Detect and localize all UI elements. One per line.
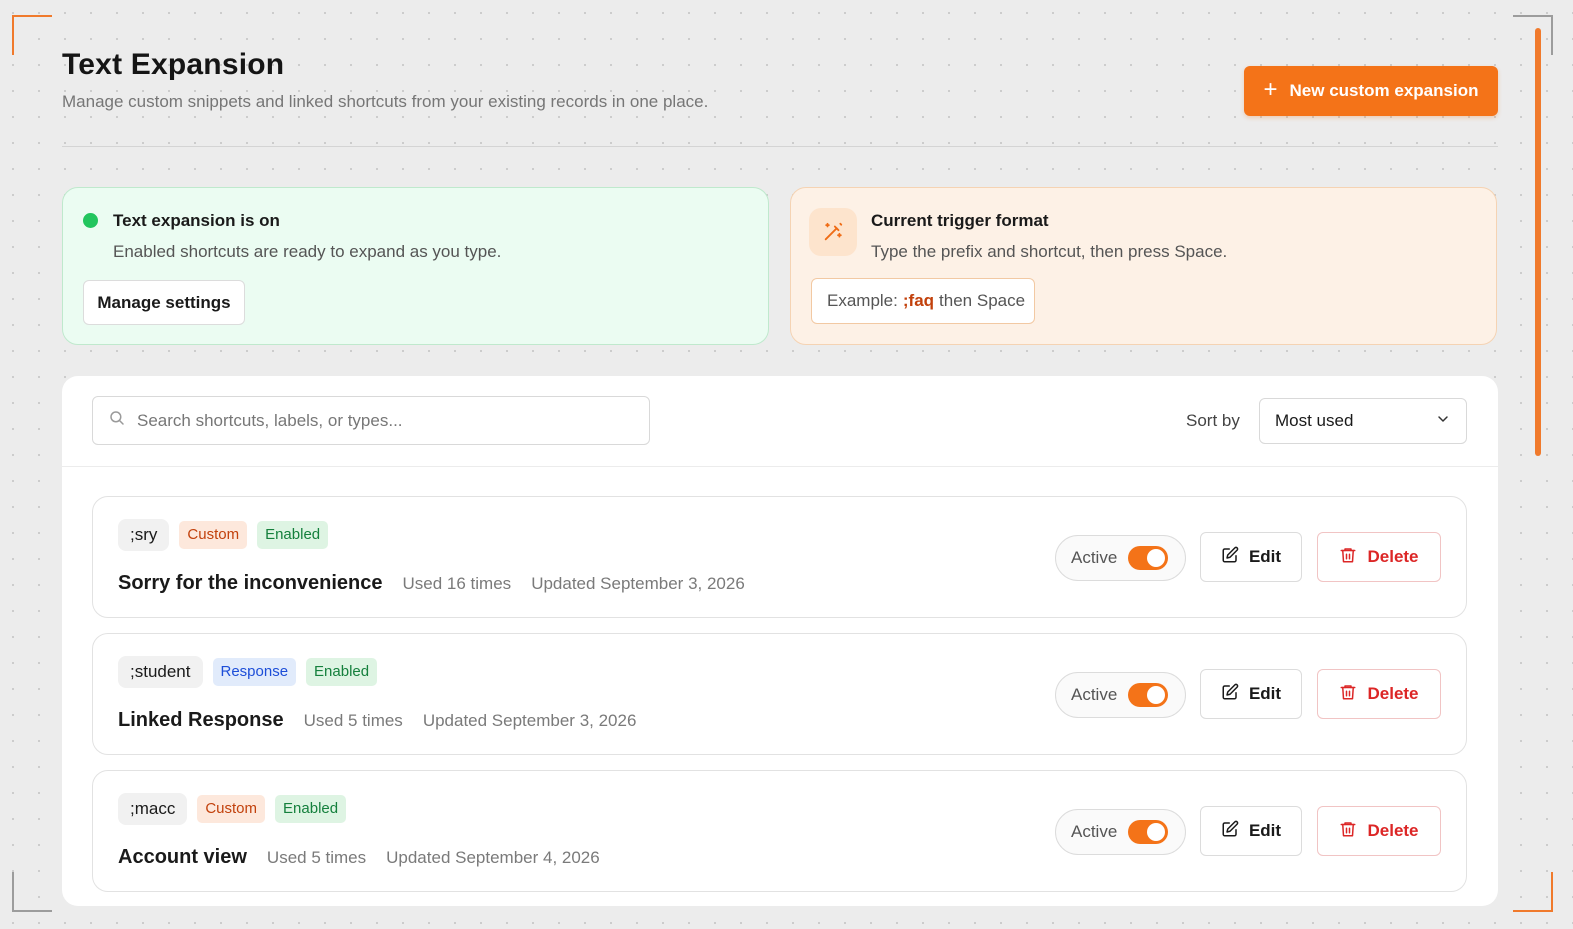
status-card-title: Text expansion is on	[113, 211, 280, 230]
updated-date: Updated September 3, 2026	[422, 711, 637, 730]
chevron-down-icon	[1435, 411, 1451, 432]
active-toggle[interactable]: Active	[1055, 535, 1186, 581]
expansion-row: ;student Response Enabled Linked Respons…	[92, 633, 1467, 755]
toggle-switch[interactable]	[1128, 820, 1169, 844]
updated-date: Updated September 4, 2026	[386, 848, 600, 867]
example-prefix: Example:	[827, 291, 898, 310]
trash-icon	[1339, 546, 1357, 569]
plus-icon: +	[1263, 75, 1278, 103]
row-badges: ;student Response Enabled	[118, 656, 378, 688]
type-badge: Response	[212, 658, 297, 686]
toggle-knob	[1147, 823, 1166, 841]
usage-count: Used 16 times	[402, 574, 512, 593]
shortcut-code: ;macc	[118, 793, 188, 825]
active-toggle[interactable]: Active	[1055, 809, 1186, 855]
row-badges: ;macc Custom Enabled	[118, 793, 347, 825]
new-custom-expansion-label: New custom expansion	[1289, 81, 1479, 100]
toolbar-divider	[62, 466, 1498, 467]
corner-accent-bottom-right	[1513, 872, 1553, 912]
shortcut-code: ;student	[118, 656, 203, 688]
search-input[interactable]: Search shortcuts, labels, or types...	[92, 396, 650, 445]
search-placeholder: Search shortcuts, labels, or types...	[137, 410, 403, 430]
new-custom-expansion-button[interactable]: + New custom expansion	[1244, 66, 1498, 116]
corner-accent-bottom-left	[12, 872, 52, 912]
row-meta: Account view Used 5 times Updated Septem…	[118, 846, 600, 869]
edit-button[interactable]: Edit	[1200, 532, 1302, 582]
usage-count: Used 5 times	[266, 848, 367, 867]
type-badge: Custom	[179, 521, 248, 549]
status-card: Text expansion is on Enabled shortcuts a…	[62, 187, 769, 345]
edit-label: Edit	[1248, 684, 1282, 703]
corner-accent-top-right	[1513, 15, 1553, 55]
expansion-row: ;macc Custom Enabled Account view Used 5…	[92, 770, 1467, 892]
edit-label: Edit	[1248, 821, 1282, 840]
edit-button[interactable]: Edit	[1200, 806, 1302, 856]
row-badges: ;sry Custom Enabled	[118, 519, 329, 551]
active-toggle-label: Active	[1071, 822, 1118, 841]
delete-label: Delete	[1367, 547, 1419, 566]
shortcut-code: ;sry	[118, 519, 170, 551]
expansion-label: Linked Response	[118, 709, 284, 731]
trigger-example: Example: ;faq then Space	[811, 278, 1035, 324]
manage-settings-button[interactable]: Manage settings	[83, 280, 245, 325]
status-badge: Enabled	[306, 658, 378, 686]
edit-button[interactable]: Edit	[1200, 669, 1302, 719]
active-toggle[interactable]: Active	[1055, 672, 1186, 718]
example-suffix: then Space	[939, 291, 1026, 310]
usage-count: Used 5 times	[303, 711, 403, 730]
scrollbar[interactable]	[1535, 28, 1541, 456]
toggle-switch[interactable]	[1128, 546, 1169, 570]
corner-accent-top-left	[12, 15, 52, 55]
toggle-knob	[1147, 549, 1166, 567]
status-badge: Enabled	[257, 521, 329, 549]
toggle-switch[interactable]	[1128, 683, 1169, 707]
status-card-description: Enabled shortcuts are ready to expand as…	[113, 242, 502, 261]
trash-icon	[1339, 820, 1357, 843]
toggle-knob	[1147, 686, 1166, 704]
example-code: ;faq	[902, 291, 935, 310]
delete-label: Delete	[1367, 684, 1419, 703]
edit-label: Edit	[1248, 547, 1282, 566]
delete-button[interactable]: Delete	[1317, 669, 1441, 719]
delete-label: Delete	[1367, 821, 1419, 840]
pencil-icon	[1221, 683, 1239, 706]
updated-date: Updated September 3, 2026	[531, 574, 745, 593]
pencil-icon	[1221, 546, 1239, 569]
trigger-card-title: Current trigger format	[871, 211, 1049, 230]
status-indicator-dot	[83, 213, 98, 228]
expansions-panel: Search shortcuts, labels, or types... So…	[62, 376, 1498, 906]
sort-select-value: Most used	[1275, 411, 1354, 430]
row-meta: Linked Response Used 5 times Updated Sep…	[118, 709, 636, 732]
sort-select[interactable]: Most used	[1259, 398, 1467, 444]
expansion-label: Sorry for the inconvenience	[118, 572, 383, 594]
expansion-row: ;sry Custom Enabled Sorry for the inconv…	[92, 496, 1467, 618]
pencil-icon	[1221, 820, 1239, 843]
header-divider	[62, 146, 1498, 147]
active-toggle-label: Active	[1071, 548, 1118, 567]
search-icon	[108, 409, 126, 432]
magic-wand-icon	[809, 208, 857, 256]
page-header: Text Expansion Manage custom snippets an…	[62, 48, 1498, 116]
active-toggle-label: Active	[1071, 685, 1118, 704]
trigger-format-card: Current trigger format Type the prefix a…	[790, 187, 1497, 345]
delete-button[interactable]: Delete	[1317, 806, 1441, 856]
delete-button[interactable]: Delete	[1317, 532, 1441, 582]
type-badge: Custom	[197, 795, 266, 823]
trigger-card-description: Type the prefix and shortcut, then press…	[871, 242, 1228, 261]
expansion-label: Account view	[118, 846, 247, 868]
status-badge: Enabled	[275, 795, 347, 823]
trash-icon	[1339, 683, 1357, 706]
row-meta: Sorry for the inconvenience Used 16 time…	[118, 572, 745, 595]
sort-by-label: Sort by	[1186, 411, 1240, 430]
